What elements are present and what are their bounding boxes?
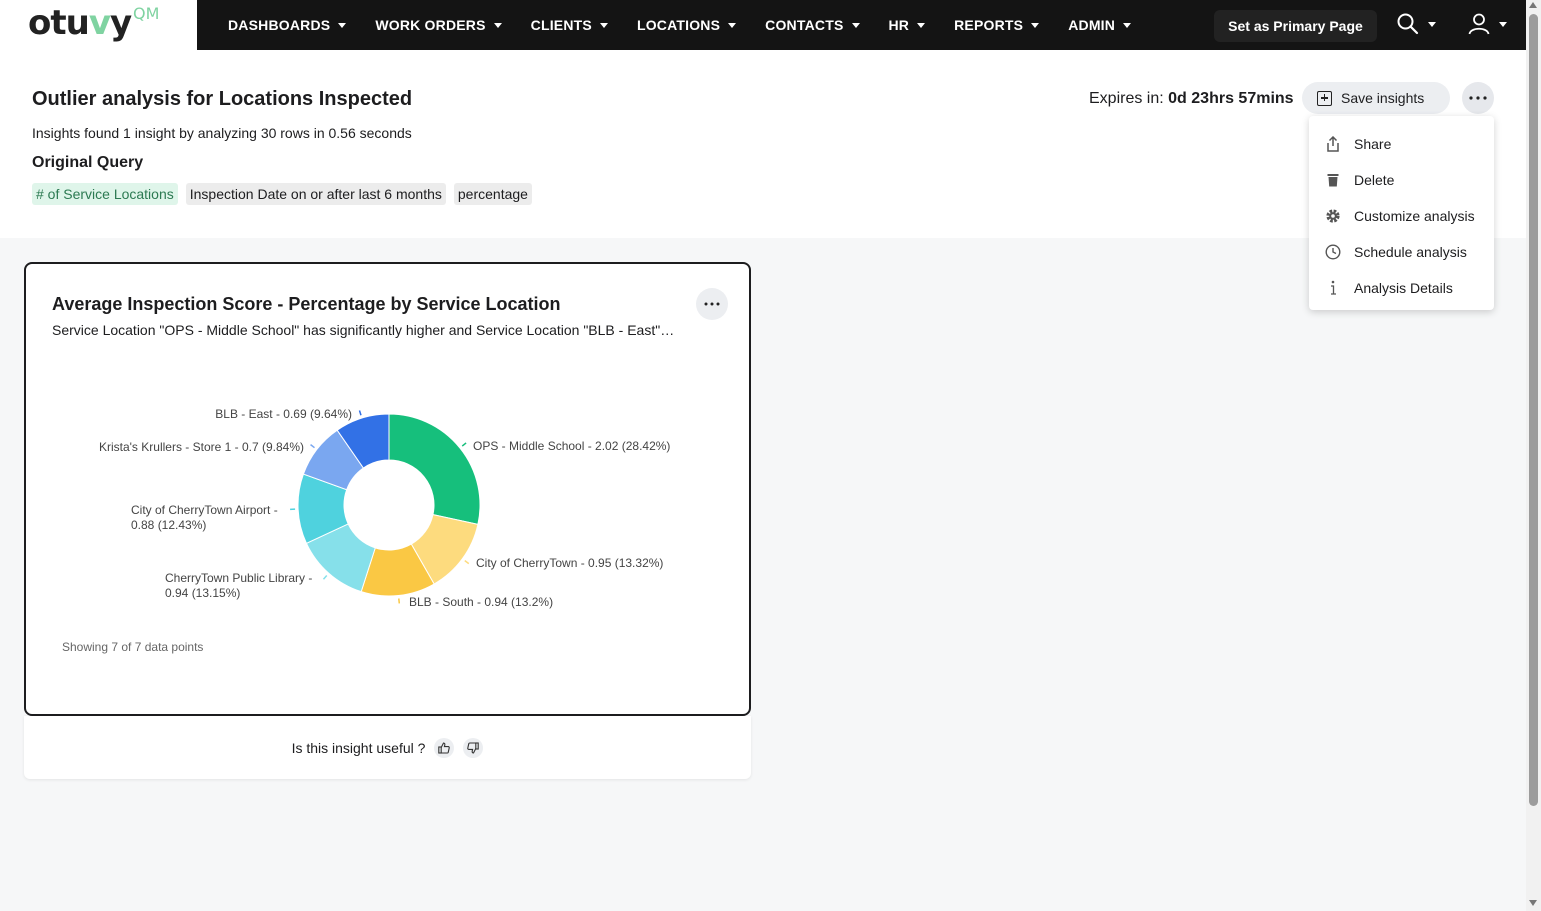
insight-card[interactable]: Average Inspection Score - Percentage by… [24, 262, 751, 716]
feedback-question: Is this insight useful ? [291, 739, 426, 756]
insight-header: Outlier analysis for Locations Inspected… [0, 50, 1526, 238]
slice-leader-line [310, 444, 315, 449]
set-primary-page-button[interactable]: Set as Primary Page [1214, 10, 1377, 42]
clock-icon [1325, 244, 1341, 260]
menu-item-schedule-analysis[interactable]: Schedule analysis [1309, 234, 1494, 270]
user-menu[interactable] [1467, 12, 1507, 36]
query-chip-measure: # of Service Locations [32, 183, 178, 205]
main-nav: DASHBOARDS WORK ORDERS CLIENTS LOCATIONS… [228, 0, 1160, 50]
expires-value: 0d 23hrs 57mins [1168, 90, 1294, 107]
query-chip-filter: Inspection Date on or after last 6 month… [185, 183, 446, 205]
trash-icon [1325, 172, 1341, 188]
original-query-heading: Original Query [32, 154, 144, 171]
add-box-icon [1317, 90, 1332, 106]
nav-clients[interactable]: CLIENTS [531, 17, 608, 33]
nav-reports[interactable]: REPORTS [954, 17, 1040, 33]
save-insights-button[interactable]: Save insights [1302, 82, 1450, 114]
thumbs-down-icon [467, 741, 480, 754]
slice-label: CherryTown Public Library -0.94 (13.15%) [165, 571, 312, 600]
search-icon [1397, 13, 1419, 35]
caret-down-icon [1428, 21, 1436, 27]
logo-wordmark: otuvy [28, 3, 132, 43]
gear-icon [1325, 208, 1341, 224]
expires-indicator: Expires in: 0d 23hrs 57mins [1089, 90, 1294, 108]
menu-item-analysis-details[interactable]: Analysis Details [1309, 270, 1494, 306]
caret-down-icon [493, 22, 502, 28]
page-scrollbar[interactable] [1526, 0, 1541, 911]
slice-label: BLB - East - 0.69 (9.64%) [215, 407, 352, 421]
insight-feedback-bar: Is this insight useful ? [24, 716, 751, 779]
donut-slice-ops-middle-school[interactable] [388, 413, 481, 525]
thumbs-down-button[interactable] [463, 737, 484, 758]
caret-down-icon [599, 22, 608, 28]
caret-down-icon [338, 22, 347, 28]
nav-locations[interactable]: LOCATIONS [637, 17, 737, 33]
info-icon [1325, 280, 1341, 296]
user-icon [1468, 13, 1490, 35]
more-horizontal-icon [1469, 96, 1487, 100]
page-title: Outlier analysis for Locations Inspected [32, 88, 413, 110]
search-menu[interactable] [1396, 12, 1436, 36]
menu-item-label: Customize analysis [1354, 208, 1475, 224]
caret-down-icon [1031, 22, 1040, 28]
caret-down-icon [728, 22, 737, 28]
caret-down-icon [1499, 21, 1507, 27]
top-navbar: otuvy QM DASHBOARDS WORK ORDERS CLIENTS … [0, 0, 1526, 50]
nav-admin[interactable]: ADMIN [1068, 17, 1132, 33]
slice-label: BLB - South - 0.94 (13.2%) [409, 595, 553, 609]
scroll-up-arrow-icon[interactable] [1529, 2, 1537, 8]
thumbs-up-icon [438, 741, 451, 754]
thumbs-up-button[interactable] [434, 737, 455, 758]
slice-label: City of CherryTown - 0.95 (13.32%) [476, 556, 663, 570]
logo[interactable]: otuvy QM [0, 0, 197, 50]
more-options-button[interactable] [1462, 82, 1494, 114]
slice-leader-line [398, 598, 401, 604]
save-insights-label: Save insights [1341, 90, 1425, 106]
options-dropdown-menu: Share Delete Customize analysis Schedule… [1309, 116, 1494, 310]
slice-leader-line [358, 410, 362, 416]
nav-hr[interactable]: HR [889, 17, 926, 33]
caret-down-icon [851, 22, 860, 28]
query-chip-type: percentage [453, 183, 532, 205]
query-chips: # of Service Locations Inspection Date o… [32, 183, 540, 205]
scroll-down-arrow-icon[interactable] [1529, 900, 1537, 906]
slice-label: City of CherryTown Airport -0.88 (12.43%… [131, 503, 278, 532]
menu-item-customize-analysis[interactable]: Customize analysis [1309, 198, 1494, 234]
caret-down-icon [1123, 22, 1132, 28]
nav-contacts[interactable]: CONTACTS [765, 17, 860, 33]
menu-item-label: Schedule analysis [1354, 244, 1467, 260]
logo-suffix: QM [133, 4, 160, 23]
scroll-thumb[interactable] [1529, 14, 1538, 806]
caret-down-icon [917, 22, 926, 28]
menu-item-label: Analysis Details [1354, 280, 1453, 296]
share-icon [1325, 136, 1341, 152]
slice-label: Krista's Krullers - Store 1 - 0.7 (9.84%… [99, 440, 304, 454]
slice-leader-line [322, 574, 328, 580]
menu-item-label: Share [1354, 136, 1392, 152]
nav-dashboards[interactable]: DASHBOARDS [228, 17, 347, 33]
menu-item-delete[interactable]: Delete [1309, 162, 1494, 198]
data-points-count: Showing 7 of 7 data points [62, 640, 204, 654]
slice-leader-line [461, 442, 467, 447]
menu-item-share[interactable]: Share [1309, 126, 1494, 162]
insight-summary: Insights found 1 insight by analyzing 30… [32, 125, 412, 141]
slice-label: OPS - Middle School - 2.02 (28.42%) [473, 439, 670, 453]
slice-leader-line [464, 560, 470, 565]
menu-item-label: Delete [1354, 172, 1395, 188]
nav-work-orders[interactable]: WORK ORDERS [375, 17, 502, 33]
expires-label: Expires in: [1089, 90, 1164, 107]
